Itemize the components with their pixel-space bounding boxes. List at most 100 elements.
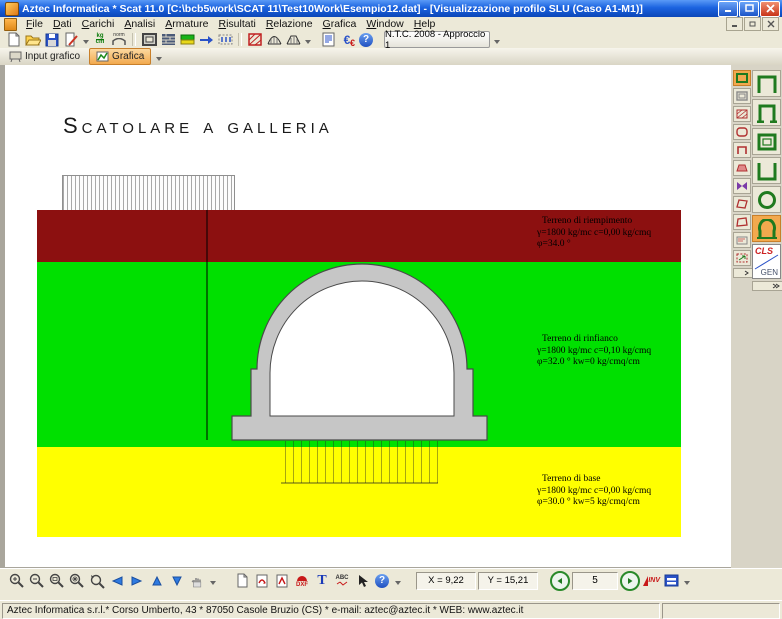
geometry-icon[interactable]: [140, 32, 158, 48]
maximize-button[interactable]: [739, 1, 759, 17]
drafting-table-icon: [9, 51, 22, 62]
font-tool-icon[interactable]: ABC: [333, 572, 351, 590]
materials-icon[interactable]: [159, 32, 177, 48]
variant-hatched-box-icon[interactable]: [733, 106, 751, 122]
variant-rounded-box-icon[interactable]: [733, 124, 751, 140]
variant-trapezoid-icon[interactable]: [733, 160, 751, 176]
zoom-out-icon[interactable]: [28, 572, 46, 590]
x-coordinate-display: X = 9,22: [416, 572, 476, 590]
text-tool-icon[interactable]: T: [313, 572, 331, 590]
mdi-close-button[interactable]: [762, 17, 779, 31]
shape-open-portal-icon[interactable]: [752, 70, 781, 97]
normative-combobox[interactable]: N.T.C. 2008 - Approccio 1: [384, 31, 490, 48]
soil-label-rinfianco: Terreno di rinfianco γ=1800 kg/mc c=0,10…: [537, 334, 707, 369]
new-file-icon[interactable]: [5, 32, 23, 48]
diagram-icon[interactable]: [265, 32, 283, 48]
window-title: Aztec Informatica * Scat 11.0 [C:\bcb5wo…: [22, 3, 717, 15]
close-button[interactable]: [760, 1, 780, 17]
tab-input-grafico[interactable]: Input grafico: [3, 49, 86, 64]
toolbar-overflow-chevron-2[interactable]: [304, 35, 311, 44]
menu-file[interactable]: File: [21, 18, 48, 30]
variant-portal-icon[interactable]: [733, 142, 751, 158]
shape-circular-icon[interactable]: [752, 186, 781, 213]
menu-relazione[interactable]: Relazione: [261, 18, 318, 30]
shape-u-channel-icon[interactable]: [752, 157, 781, 184]
print-preview-icon[interactable]: [62, 32, 80, 48]
shape-portal-footings-icon[interactable]: [752, 99, 781, 126]
report-icon[interactable]: [319, 32, 337, 48]
invert-view-icon[interactable]: INV: [642, 572, 660, 590]
envelope-icon[interactable]: [284, 32, 302, 48]
next-phase-button[interactable]: [620, 571, 640, 591]
surcharge-load-block: [62, 175, 235, 212]
nav-group-chevron[interactable]: [683, 576, 690, 585]
main-toolbar: kgcm norm € € ? N.T.: [0, 31, 782, 48]
zoom-window-icon[interactable]: [48, 572, 66, 590]
soil-profile-icon[interactable]: [178, 32, 196, 48]
app-icon: [5, 2, 19, 16]
toolbar-overflow-chevron[interactable]: [82, 35, 89, 44]
shape-arch-gallery-icon[interactable]: [752, 215, 781, 242]
menu-grafica[interactable]: Grafica: [318, 18, 362, 30]
menu-risultati[interactable]: Risultati: [213, 18, 260, 30]
tile-windows-icon[interactable]: [662, 572, 680, 590]
zoom-extents-icon[interactable]: [68, 572, 86, 590]
export-dxf-icon[interactable]: DXF: [293, 572, 311, 590]
variant-quad-icon[interactable]: [733, 214, 751, 230]
pan-hand-icon[interactable]: [188, 572, 206, 590]
select-pointer-icon[interactable]: [353, 572, 371, 590]
zoom-group-chevron[interactable]: [209, 576, 216, 585]
pan-down-icon[interactable]: [168, 572, 186, 590]
save-icon[interactable]: [43, 32, 61, 48]
export-bmp-icon[interactable]: [253, 572, 271, 590]
graphics-help-icon[interactable]: ?: [373, 572, 391, 590]
section-variant-column: [733, 70, 750, 278]
menu-analisi[interactable]: Analisi: [119, 18, 160, 30]
shape-column-more[interactable]: [752, 281, 782, 291]
section-shape-column: CLS GEN: [752, 70, 781, 291]
phase-number-field[interactable]: 5: [572, 572, 618, 590]
pan-right-icon[interactable]: [128, 572, 146, 590]
pan-up-icon[interactable]: [148, 572, 166, 590]
variant-double-box-icon[interactable]: [733, 88, 751, 104]
shape-closed-box-icon[interactable]: [752, 128, 781, 155]
normative-icon[interactable]: norm: [110, 32, 128, 48]
menu-dati[interactable]: Dati: [48, 18, 77, 30]
title-bar: Aztec Informatica * Scat 11.0 [C:\bcb5wo…: [0, 0, 782, 17]
zoom-in-icon[interactable]: [8, 572, 26, 590]
variant-box-selected-icon[interactable]: [733, 70, 751, 86]
cls-gen-toggle[interactable]: CLS GEN: [752, 244, 781, 279]
y-coordinate-display: Y = 15,21: [478, 572, 538, 590]
variant-dashed-box-icon[interactable]: [733, 250, 751, 266]
export-wmf-icon[interactable]: [273, 572, 291, 590]
document-icon: [4, 18, 17, 31]
computo-euro-icon[interactable]: € €: [338, 32, 356, 48]
section-type-panel: CLS GEN: [731, 65, 782, 568]
units-icon[interactable]: kgcm: [91, 32, 109, 48]
loads-icon[interactable]: [197, 32, 215, 48]
variant-skewed-quad-icon[interactable]: [733, 196, 751, 212]
graphics-toolbar: DXF T ABC ? X = 9,22 Y = 15,21 5 INV: [0, 568, 782, 592]
variant-annotated-icon[interactable]: [733, 232, 751, 248]
variant-column-more[interactable]: [733, 268, 753, 278]
page-copy-icon[interactable]: [233, 572, 251, 590]
mdi-restore-button[interactable]: [744, 17, 761, 31]
menu-armature[interactable]: Armature: [160, 18, 213, 30]
variant-bowtie-icon[interactable]: [733, 178, 751, 194]
pan-left-icon[interactable]: [108, 572, 126, 590]
soil-label-base: Terreno di base γ=1800 kg/mc c=0,00 kg/c…: [537, 474, 707, 509]
export-group-chevron[interactable]: [394, 576, 401, 585]
mdi-minimize-button[interactable]: [726, 17, 743, 31]
load-map-icon[interactable]: [216, 32, 234, 48]
menu-carichi[interactable]: Carichi: [77, 18, 120, 30]
help-icon[interactable]: ?: [357, 32, 375, 48]
previous-phase-button[interactable]: [550, 571, 570, 591]
rebar-icon[interactable]: [246, 32, 264, 48]
open-file-icon[interactable]: [24, 32, 42, 48]
tab-grafica[interactable]: Grafica: [89, 48, 151, 65]
tabbar-overflow-chevron[interactable]: [155, 52, 162, 61]
zoom-previous-icon[interactable]: [88, 572, 106, 590]
minimize-button[interactable]: [718, 1, 738, 17]
drawing-canvas[interactable]: Scatolare a galleria Terreno di riempime…: [5, 65, 731, 567]
combobox-dropdown-icon[interactable]: [491, 32, 503, 47]
